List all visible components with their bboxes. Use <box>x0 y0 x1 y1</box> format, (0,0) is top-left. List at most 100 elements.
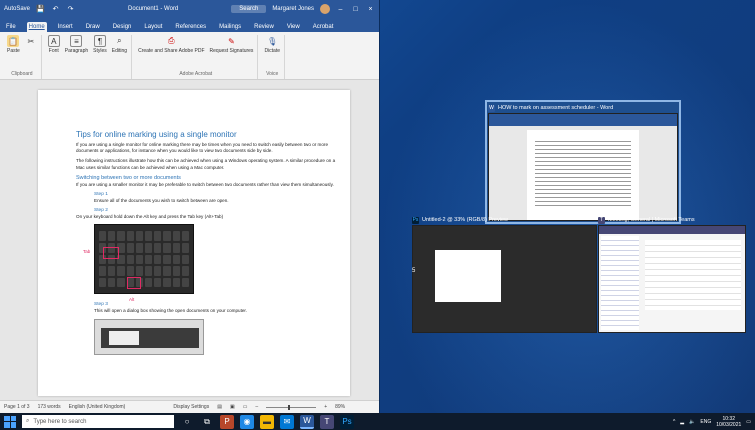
tab-file[interactable]: File <box>4 22 18 32</box>
create-share-pdf-label: Create and Share Adobe PDF <box>138 48 205 54</box>
clock[interactable]: 10:32 10/03/2021 <box>716 416 741 428</box>
create-share-pdf-button[interactable]: ⎙ Create and Share Adobe PDF <box>138 35 204 54</box>
styles-button[interactable]: ¶ Styles <box>93 35 107 54</box>
tab-draw[interactable]: Draw <box>84 22 102 32</box>
tab-review[interactable]: Review <box>252 22 276 32</box>
maximize-icon[interactable]: □ <box>351 5 360 14</box>
editing-button[interactable]: ⌕ Editing <box>112 35 127 54</box>
lang-indicator[interactable]: ENG <box>700 419 711 425</box>
powerpoint-taskbar-icon[interactable]: P <box>220 414 234 429</box>
keyboard-key <box>135 231 143 242</box>
keyboard-key <box>172 266 180 276</box>
keyboard-key <box>126 266 134 276</box>
close-icon[interactable]: × <box>366 5 375 14</box>
keyboard-key <box>154 254 162 265</box>
keyboard-key <box>181 254 189 265</box>
word-window[interactable]: AutoSave 💾 ↶ ↷ Document1 - Word Search M… <box>0 0 380 413</box>
tab-layout[interactable]: Layout <box>142 22 164 32</box>
chevron-up-icon[interactable]: ^ <box>673 419 675 425</box>
browser-taskbar-icon[interactable]: ◉ <box>240 414 254 429</box>
autosave-toggle[interactable]: AutoSave <box>4 6 30 12</box>
styles-label: Styles <box>93 48 107 54</box>
doc-instructions: The following instructions illustrate ho… <box>76 158 336 170</box>
web-layout-icon[interactable]: ▭ <box>243 404 248 410</box>
dictate-button[interactable]: 🎙 Dictate <box>264 35 280 55</box>
keyboard-key <box>154 231 162 242</box>
volume-icon[interactable]: 🔈 <box>689 419 695 425</box>
side-number: 5 <box>412 268 416 274</box>
task-thumb-teams[interactable]: T Meeting, General | Microsoft Teams <box>598 215 746 333</box>
save-icon[interactable]: 💾 <box>36 5 45 14</box>
group-label-clipboard: Clipboard <box>11 71 33 77</box>
document-page[interactable]: Tips for online marking using a single m… <box>38 90 350 396</box>
zoom-level[interactable]: 89% <box>335 404 345 410</box>
taskbar-search[interactable]: ⌕ Type here to search <box>22 415 174 428</box>
tab-acrobat[interactable]: Acrobat <box>311 22 336 32</box>
redo-icon[interactable]: ↷ <box>66 5 75 14</box>
read-mode-icon[interactable]: ▤ <box>217 404 222 410</box>
taskbar: ⌕ Type here to search ○ ⧉ P ◉ ▬ ✉ W T Ps… <box>0 413 755 430</box>
zoom-out-icon[interactable]: – <box>255 404 258 410</box>
photoshop-app-icon: Ps <box>412 216 419 224</box>
paste-button[interactable]: 📋 Paste <box>7 35 20 54</box>
request-signatures-button[interactable]: ✎ Request Signatures <box>209 35 254 55</box>
page-count[interactable]: Page 1 of 3 <box>4 404 30 410</box>
minimize-icon[interactable]: – <box>336 5 345 14</box>
pdf-icon: ⎙ <box>168 36 175 45</box>
windows-start-icon[interactable] <box>4 415 16 428</box>
keyboard-key <box>108 266 116 276</box>
cut-copy-buttons[interactable]: ✂ <box>25 35 37 47</box>
language-status[interactable]: English (United Kingdom) <box>69 404 126 410</box>
tab-design[interactable]: Design <box>111 22 134 32</box>
cortana-icon[interactable]: ○ <box>180 415 194 429</box>
microphone-icon: 🎙 <box>267 36 278 46</box>
zoom-in-icon[interactable]: + <box>324 404 327 410</box>
group-label-acrobat: Adobe Acrobat <box>179 71 213 77</box>
photoshop-taskbar-icon[interactable]: Ps <box>340 414 354 429</box>
file-explorer-icon[interactable]: ▬ <box>260 414 274 429</box>
teams-taskbar-icon[interactable]: T <box>320 414 334 429</box>
task-thumb-preview[interactable]: Ps Untitled-2 @ 33% (RGB/8) Preview <box>412 215 597 333</box>
keyboard-key <box>181 277 189 288</box>
paragraph-icon: ≡ <box>70 35 83 47</box>
zoom-slider[interactable] <box>266 404 317 410</box>
task-thumb-teams-title: Meeting, General | Microsoft Teams <box>608 217 695 223</box>
word-count[interactable]: 173 words <box>38 404 61 410</box>
tab-references[interactable]: References <box>173 22 208 32</box>
title-search[interactable]: Search <box>231 5 267 13</box>
task-view-icon[interactable]: ⧉ <box>200 415 214 429</box>
keyboard-key <box>163 277 171 288</box>
clipboard-group: 📋 Paste ✂ Clipboard <box>3 35 42 79</box>
keyboard-key <box>163 266 171 276</box>
word-taskbar-icon[interactable]: W <box>300 414 314 429</box>
keyboard-key <box>172 277 180 288</box>
keyboard-key <box>99 277 107 288</box>
keyboard-key <box>99 266 107 276</box>
print-layout-icon[interactable]: ▣ <box>230 404 235 410</box>
undo-icon[interactable]: ↶ <box>51 5 60 14</box>
keyboard-key <box>126 231 134 242</box>
font-button[interactable]: A Font <box>47 35 60 54</box>
keyboard-key <box>163 254 171 265</box>
avatar[interactable] <box>320 4 330 14</box>
keyboard-key <box>144 254 153 265</box>
tab-key-label: Tab <box>83 249 91 255</box>
tab-view[interactable]: View <box>285 22 302 32</box>
paragraph-label: Paragraph <box>64 48 89 54</box>
network-icon[interactable]: ▂ <box>680 419 684 425</box>
notification-icon[interactable]: ▭ <box>746 419 751 425</box>
tab-home[interactable]: Home <box>26 22 47 32</box>
request-signatures-label: Request Signatures <box>209 48 254 54</box>
tab-mailings[interactable]: Mailings <box>217 22 243 32</box>
display-settings[interactable]: Display Settings <box>173 404 209 410</box>
task-thumb-word[interactable]: W HOW to mark on assessment scheduler - … <box>485 100 681 224</box>
tab-insert[interactable]: Insert <box>56 22 75 32</box>
mail-taskbar-icon[interactable]: ✉ <box>280 414 294 429</box>
keyboard-key <box>144 266 153 276</box>
keyboard-key <box>117 266 125 276</box>
keyboard-key <box>154 277 162 288</box>
doc-sub-text: If you are using a smaller monitor it ma… <box>76 181 334 187</box>
document-canvas[interactable]: Tips for online marking using a single m… <box>0 82 379 400</box>
keyboard-image: Tab Alt <box>83 224 194 302</box>
paragraph-button[interactable]: ≡ Paragraph <box>65 35 88 54</box>
